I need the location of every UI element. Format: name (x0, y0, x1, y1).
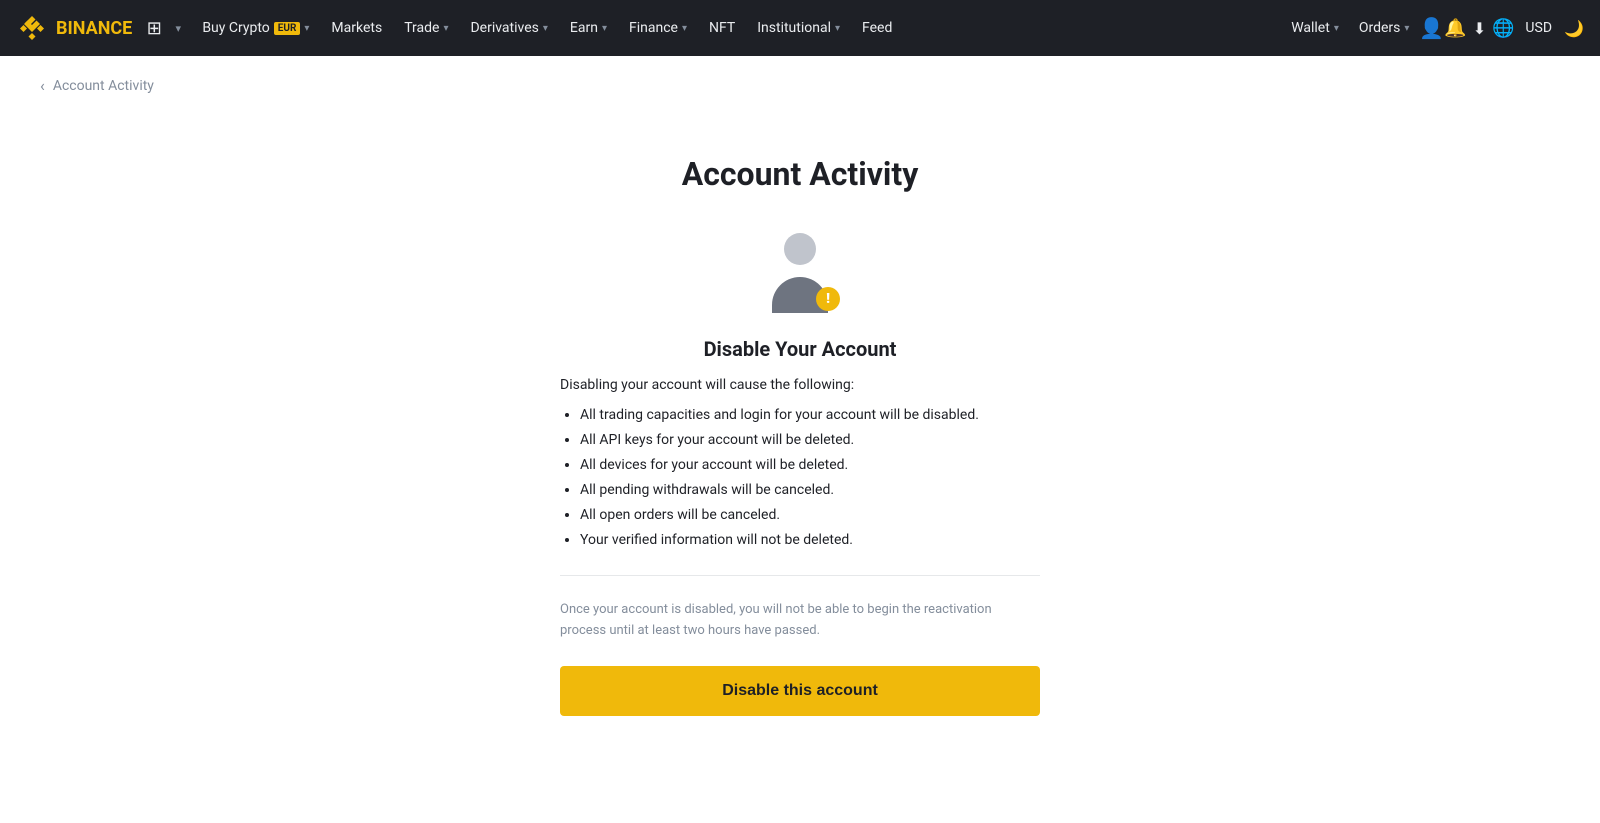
content-box: Disable Your Account Disabling your acco… (560, 337, 1040, 716)
nav-right: Wallet ▾ Orders ▾ 👤 🔔 ⬇ 🌐 USD 🌙 (1283, 0, 1584, 56)
nav-eur-badge: EUR (274, 22, 301, 35)
list-item: Your verified information will not be de… (580, 530, 1040, 551)
profile-icon[interactable]: 👤 (1421, 18, 1441, 38)
nav-buy-crypto-chevron: ▾ (304, 23, 309, 34)
nav-item-institutional[interactable]: Institutional ▾ (747, 0, 850, 56)
apps-grid-icon[interactable]: ⊞ (144, 18, 164, 38)
nav-markets-label: Markets (331, 20, 382, 36)
breadcrumb-text: Account Activity (53, 78, 154, 94)
navbar: BINANCE ⊞ ▾ Buy Crypto EUR ▾ Markets Tra… (0, 0, 1600, 56)
nav-wallet-label: Wallet (1291, 20, 1330, 36)
nav-currency[interactable]: USD (1517, 0, 1560, 56)
globe-icon[interactable]: 🌐 (1493, 18, 1513, 38)
person-head-icon (784, 233, 816, 265)
list-item: All devices for your account will be del… (580, 455, 1040, 476)
account-warning-icon: ! (760, 233, 840, 313)
nav-wallet-chevron: ▾ (1334, 23, 1339, 34)
apps-chevron-icon[interactable]: ▾ (168, 18, 188, 38)
nav-earn-chevron: ▾ (602, 23, 607, 34)
logo-text: BINANCE (56, 18, 132, 39)
nav-item-buy-crypto[interactable]: Buy Crypto EUR ▾ (192, 0, 319, 56)
notification-bell-icon[interactable]: 🔔 (1445, 18, 1465, 38)
nav-derivatives-label: Derivatives (470, 20, 538, 36)
list-item: All pending withdrawals will be canceled… (580, 480, 1040, 501)
nav-item-markets[interactable]: Markets (321, 0, 392, 56)
consequences-list: All trading capacities and login for you… (560, 405, 1040, 551)
nav-item-earn[interactable]: Earn ▾ (560, 0, 617, 56)
nav-wallet[interactable]: Wallet ▾ (1283, 0, 1347, 56)
disable-account-button[interactable]: Disable this account (560, 666, 1040, 716)
nav-currency-label: USD (1525, 20, 1552, 36)
content-intro: Disabling your account will cause the fo… (560, 377, 1040, 393)
nav-finance-chevron: ▾ (682, 23, 687, 34)
download-icon[interactable]: ⬇ (1469, 18, 1489, 38)
nav-derivatives-chevron: ▾ (543, 23, 548, 34)
logo[interactable]: BINANCE (16, 12, 132, 44)
nav-item-finance[interactable]: Finance ▾ (619, 0, 697, 56)
theme-toggle-icon[interactable]: 🌙 (1564, 18, 1584, 38)
nav-items: Buy Crypto EUR ▾ Markets Trade ▾ Derivat… (192, 0, 1279, 56)
content-title: Disable Your Account (560, 337, 1040, 361)
nav-orders[interactable]: Orders ▾ (1351, 0, 1418, 56)
nav-nft-label: NFT (709, 20, 735, 36)
nav-item-trade[interactable]: Trade ▾ (394, 0, 458, 56)
nav-earn-label: Earn (570, 20, 598, 36)
content-note: Once your account is disabled, you will … (560, 600, 1040, 642)
nav-institutional-chevron: ▾ (835, 23, 840, 34)
main-content: Account Activity ! Disable Your Account … (0, 115, 1600, 776)
nav-finance-label: Finance (629, 20, 678, 36)
nav-trade-chevron: ▾ (443, 23, 448, 34)
nav-orders-label: Orders (1359, 20, 1401, 36)
nav-feed-label: Feed (862, 20, 892, 36)
nav-institutional-label: Institutional (757, 20, 831, 36)
warning-badge-icon: ! (816, 287, 840, 311)
list-item: All open orders will be canceled. (580, 505, 1040, 526)
nav-item-derivatives[interactable]: Derivatives ▾ (460, 0, 557, 56)
page-title: Account Activity (682, 155, 919, 193)
list-item: All trading capacities and login for you… (580, 405, 1040, 426)
nav-orders-chevron: ▾ (1404, 23, 1409, 34)
nav-buy-crypto-label: Buy Crypto (202, 20, 269, 36)
nav-trade-label: Trade (404, 20, 439, 36)
nav-item-feed[interactable]: Feed (852, 0, 902, 56)
section-divider (560, 575, 1040, 576)
list-item: All API keys for your account will be de… (580, 430, 1040, 451)
breadcrumb-back-button[interactable]: ‹ (40, 76, 45, 95)
nav-item-nft[interactable]: NFT (699, 0, 745, 56)
breadcrumb: ‹ Account Activity (0, 56, 1600, 115)
